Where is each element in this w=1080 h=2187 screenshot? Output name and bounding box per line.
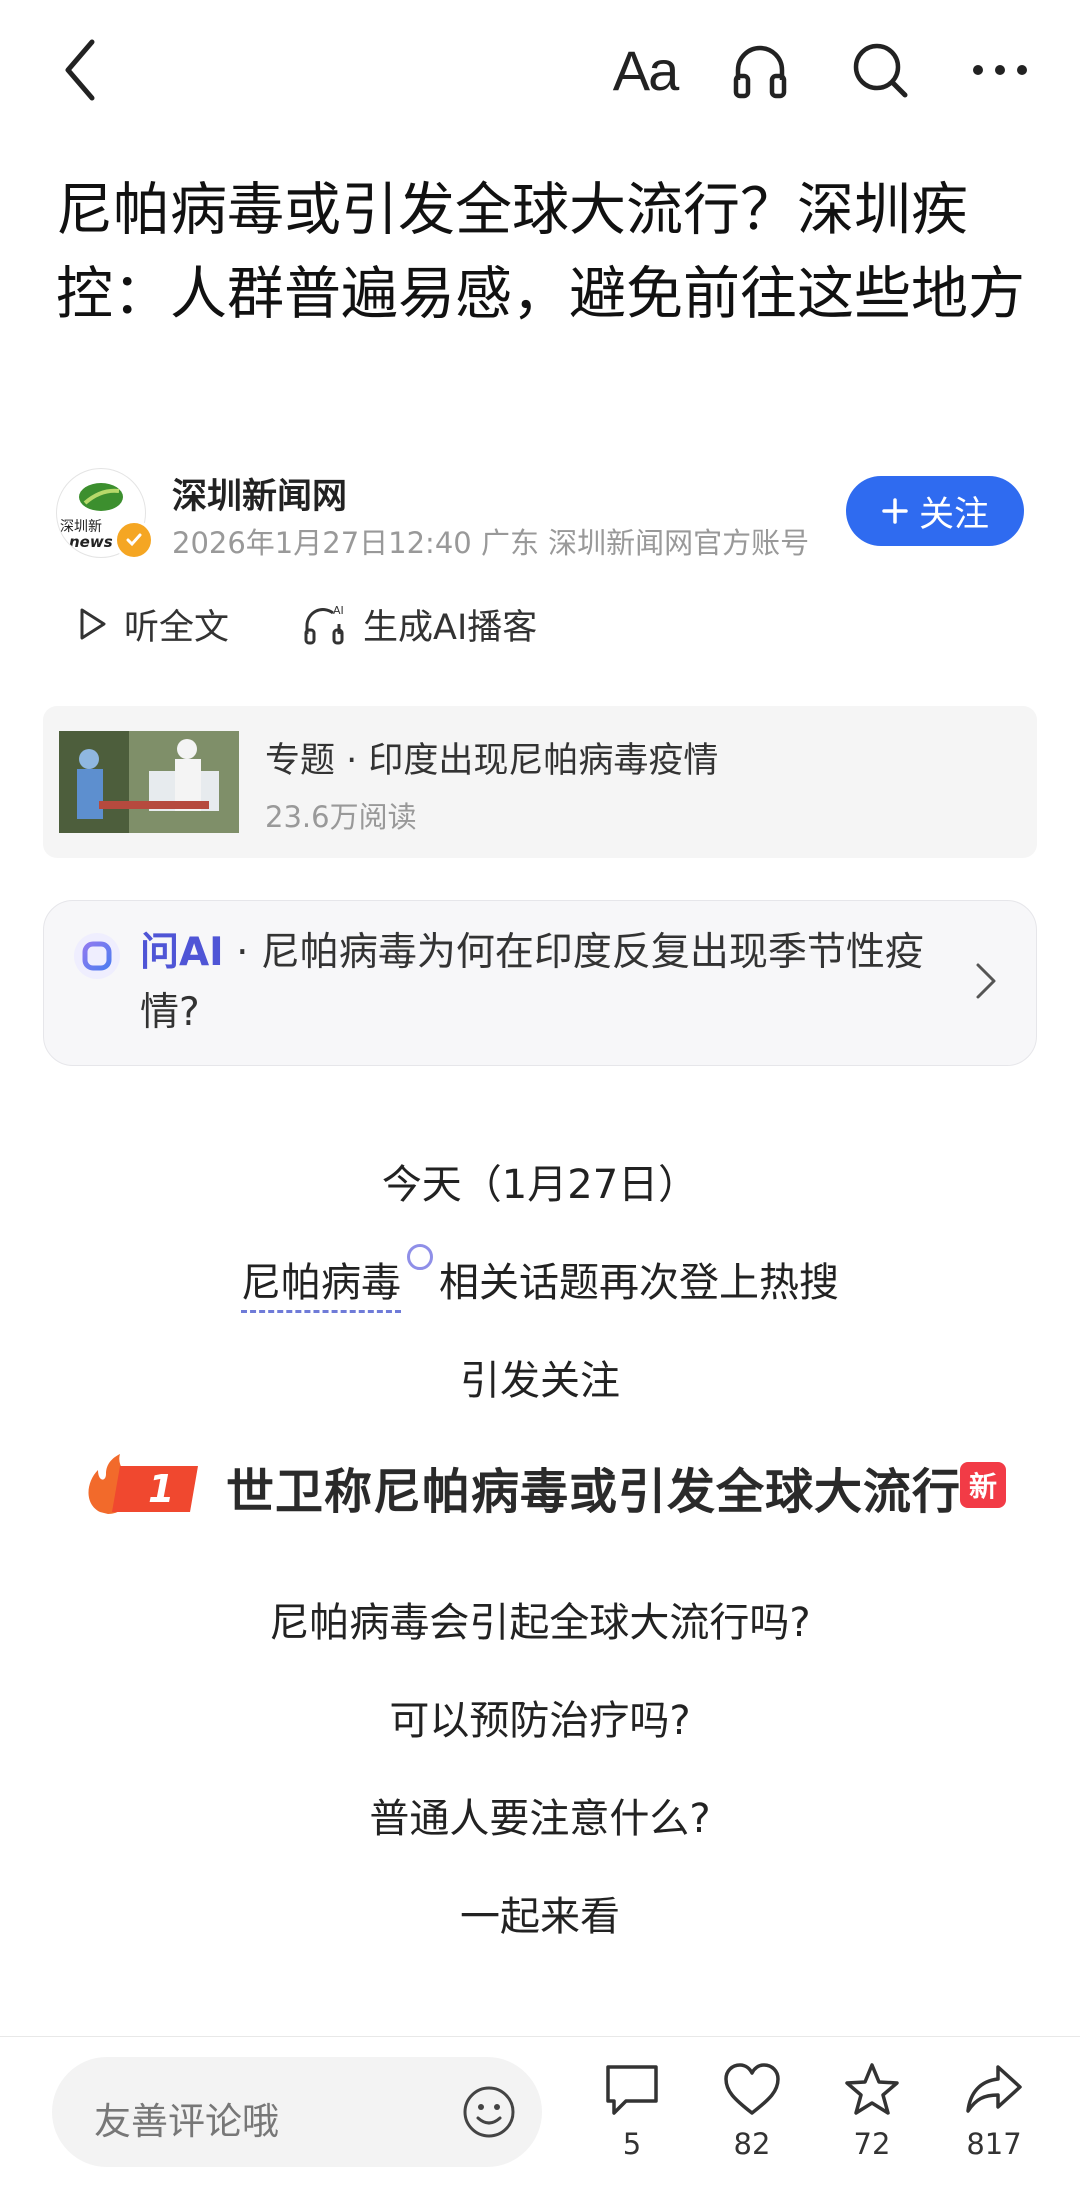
follow-button[interactable]: 关注 [846, 476, 1024, 546]
listen-full-text-label: 听全文 [124, 607, 230, 648]
listen-full-text-button[interactable]: 听全文 [78, 599, 229, 650]
verified-badge-icon [114, 520, 154, 560]
comment-placeholder: 友善评论哦 [94, 2100, 279, 2143]
keyword-link[interactable]: 尼帕病毒 [241, 1250, 401, 1313]
ask-ai-brand: 问AI [140, 930, 224, 975]
ask-ai-question: · 尼帕病毒为何在印度反复出现季节性疫情? [140, 930, 924, 1035]
ask-ai-text: 问AI · 尼帕病毒为何在印度反复出现季节性疫情? [140, 923, 940, 1043]
topic-thumbnail [59, 731, 239, 833]
top-bar: Aa [0, 0, 1080, 140]
font-size-icon: Aa [612, 38, 679, 102]
ai-podcast-button[interactable]: AI 生成AI播客 [303, 599, 537, 650]
article-title: 尼帕病毒或引发全球大流行？深圳疾控：人群普遍易感，避免前往这些地方 [56, 177, 1025, 327]
heart-icon [724, 2063, 780, 2115]
search-icon [853, 43, 908, 98]
hot-rank-number: 1 [148, 1467, 174, 1511]
more-icon [973, 65, 1027, 75]
question-3: 普通人要注意什么? [369, 1796, 711, 1842]
ai-badge: AI [333, 604, 344, 617]
question-1: 尼帕病毒会引起全球大流行吗? [269, 1600, 811, 1646]
hot-rank-flame-icon: 1 [88, 1454, 198, 1514]
body-line-3: 引发关注 [460, 1358, 620, 1404]
keyword-ai-icon[interactable] [407, 1244, 433, 1270]
font-size-button[interactable]: Aa [600, 30, 690, 110]
search-button[interactable] [840, 30, 920, 110]
hot-search-text: 世卫称尼帕病毒或引发全球大流行 [226, 1464, 962, 1520]
follow-label: 关注 [918, 494, 989, 535]
like-count: 82 [733, 2127, 771, 2161]
back-icon [65, 39, 95, 101]
favorite-button[interactable]: 72 [822, 2061, 922, 2161]
comment-button[interactable]: 5 [582, 2061, 682, 2161]
body-line-2: 尼帕病毒 相关话题再次登上热搜 [0, 1244, 1080, 1313]
play-icon [80, 608, 106, 640]
emoji-icon[interactable] [462, 2085, 516, 2139]
chevron-right-icon [976, 963, 996, 999]
author-row: 深圳新 news 深圳新闻网 2026年1月27日12:40 广东 深圳新闻网官… [56, 468, 1026, 568]
author-name[interactable]: 深圳新闻网 [172, 468, 347, 519]
bottom-bar: 友善评论哦 5 82 72 817 [0, 2036, 1080, 2187]
share-icon [966, 2065, 1022, 2113]
listen-row: 听全文 AI 生成AI播客 [78, 594, 611, 654]
headphones-icon [733, 45, 787, 99]
listen-button[interactable] [720, 30, 800, 110]
plus-icon [882, 498, 908, 524]
comment-icon [606, 2065, 658, 2115]
topic-title: 专题 · 印度出现尼帕病毒疫情 [265, 741, 719, 781]
body-line-2-text: 相关话题再次登上热搜 [439, 1260, 839, 1306]
more-button[interactable] [960, 30, 1040, 110]
favorite-count: 72 [853, 2127, 891, 2161]
ai-headphones-icon: AI [304, 604, 344, 645]
hot-search-banner: 1 世卫称尼帕病毒或引发全球大流行 新 [80, 1440, 1010, 1530]
body-closing: 一起来看 [460, 1894, 620, 1940]
ai-assistant-icon [74, 933, 120, 979]
back-button[interactable] [50, 30, 110, 110]
comment-input[interactable]: 友善评论哦 [52, 2057, 542, 2167]
star-icon [845, 2063, 899, 2115]
ai-podcast-label: 生成AI播客 [363, 607, 538, 648]
like-button[interactable]: 82 [702, 2061, 802, 2161]
topic-reads: 23.6万阅读 [265, 800, 417, 834]
ask-ai-card[interactable]: 问AI · 尼帕病毒为何在印度反复出现季节性疫情? [43, 900, 1037, 1066]
new-badge: 新 [960, 1462, 1006, 1508]
author-meta: 2026年1月27日12:40 广东 深圳新闻网官方账号 [172, 526, 810, 560]
question-2: 可以预防治疗吗? [389, 1698, 691, 1744]
comment-count: 5 [622, 2127, 642, 2161]
avatar-subtext: news [69, 533, 113, 551]
share-button[interactable]: 817 [944, 2061, 1044, 2161]
share-count: 817 [966, 2127, 1022, 2161]
body-line-1: 今天（1月27日） [381, 1162, 699, 1208]
topic-card[interactable]: 专题 · 印度出现尼帕病毒疫情 23.6万阅读 [43, 706, 1037, 858]
